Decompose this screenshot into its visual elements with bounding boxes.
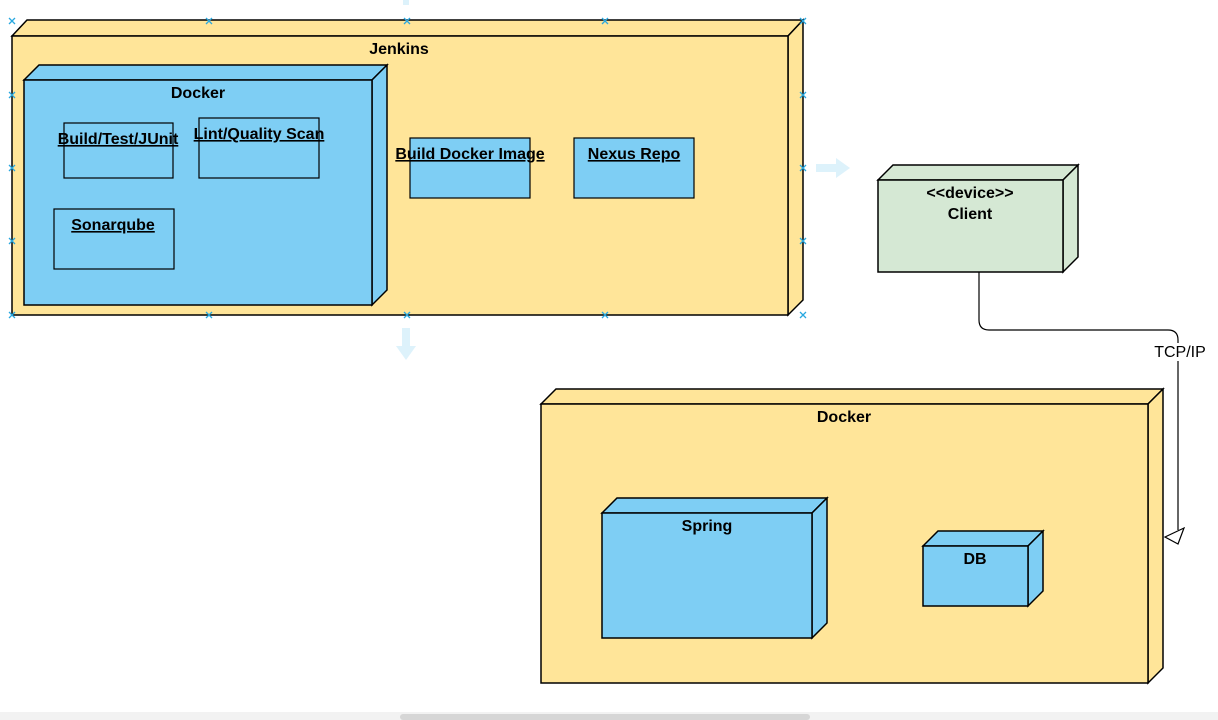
client-stereotype: <<device>> <box>926 185 1013 202</box>
docker-runtime-label: Docker <box>817 409 871 426</box>
docker-ci-label: Docker <box>171 85 225 102</box>
client-node[interactable]: <<device>> Client <box>876 163 1080 274</box>
sonarqube-node[interactable]: Sonarqube <box>53 208 175 270</box>
spring-node[interactable]: Spring <box>600 496 829 640</box>
lint-scan-node[interactable]: Lint/Quality Scan <box>194 117 325 179</box>
spring-label: Spring <box>682 518 733 535</box>
nexus-node[interactable]: Nexus Repo <box>573 137 695 199</box>
scrollbar-thumb[interactable] <box>400 714 810 720</box>
nexus-label: Nexus Repo <box>588 146 681 163</box>
lint-scan-label: Lint/Quality Scan <box>194 126 325 143</box>
sonarqube-label: Sonarqube <box>71 217 155 234</box>
build-test-label: Build/Test/JUnit <box>58 131 179 148</box>
jenkins-label: Jenkins <box>369 41 429 58</box>
db-label: DB <box>963 551 986 568</box>
build-image-node[interactable]: Build Docker Image <box>395 137 545 199</box>
db-node[interactable]: DB <box>921 529 1045 608</box>
build-image-label: Build Docker Image <box>395 146 544 163</box>
hint-arrow-right[interactable] <box>816 158 850 178</box>
build-test-node[interactable]: Build/Test/JUnit <box>58 122 179 179</box>
hint-arrow-down[interactable] <box>396 328 416 360</box>
edge-arrowhead <box>1163 526 1186 545</box>
diagram-canvas[interactable]: Jenkins Docker Build/Test/JUnit Lint/Qua… <box>0 0 1218 720</box>
hint-arrow-up[interactable] <box>403 0 409 5</box>
client-label: Client <box>948 206 993 223</box>
edge-label: TCP/IP <box>1154 344 1206 361</box>
